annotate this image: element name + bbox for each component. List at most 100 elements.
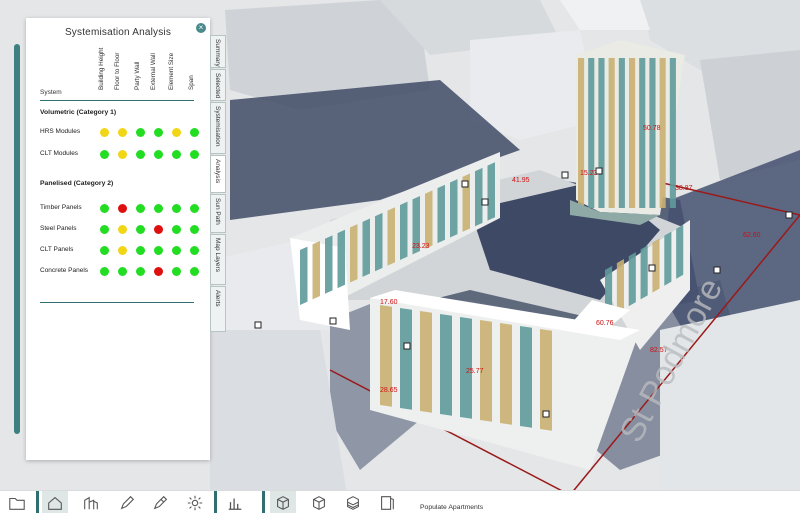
table-row: Steel Panels: [40, 225, 210, 237]
house-icon[interactable]: [42, 491, 68, 513]
dimension-label: 28.65: [380, 387, 398, 394]
row-label: Steel Panels: [40, 225, 77, 232]
facade-panel: [487, 162, 495, 221]
status-dot: [154, 204, 163, 213]
control-handle: [713, 266, 721, 274]
toolbar-separator: [262, 491, 265, 513]
facade-panel: [312, 241, 320, 300]
cube-outline-icon[interactable]: [270, 491, 296, 513]
facade-panel: [578, 58, 585, 208]
status-dot: [136, 204, 145, 213]
dimension-label: 38.87: [675, 185, 693, 192]
facade-panel: [649, 58, 656, 208]
bar-chart-icon[interactable]: [222, 491, 248, 513]
divider: [40, 100, 194, 101]
tab-alerts[interactable]: Alerts: [210, 286, 226, 332]
control-handle: [481, 198, 489, 206]
facade-panel: [616, 259, 624, 314]
status-dot: [190, 150, 199, 159]
status-dot: [100, 150, 109, 159]
dimension-label: 17.60: [380, 299, 398, 306]
status-dot: [190, 267, 199, 276]
dimension-label: 41.95: [512, 177, 530, 184]
group-title: Panelised (Category 2): [40, 180, 114, 187]
dimension-label: 15.23: [580, 170, 598, 177]
panel-icon[interactable]: [374, 491, 400, 513]
pencil-edit-icon[interactable]: [148, 491, 174, 513]
facade-panel: [475, 167, 483, 227]
control-handle: [542, 410, 550, 418]
divider: [40, 302, 194, 303]
tab-map-layers[interactable]: Map Layers: [210, 234, 226, 285]
vertical-slider[interactable]: [14, 44, 20, 434]
tab-selected[interactable]: Selected: [210, 69, 226, 101]
status-dot: [190, 246, 199, 255]
facade-panel: [425, 190, 433, 249]
facade-panel: [500, 323, 512, 425]
row-label: Timber Panels: [40, 204, 82, 211]
panel-title: Systemisation Analysis: [64, 27, 172, 38]
facade-panel: [639, 58, 646, 208]
dimension-label: 62.60: [743, 232, 761, 239]
close-button[interactable]: ×: [196, 23, 206, 33]
status-dot: [154, 225, 163, 234]
status-dot: [118, 128, 127, 137]
status-dot: [190, 128, 199, 137]
table-row: CLT Modules: [40, 150, 210, 162]
status-dot: [100, 128, 109, 137]
status-dot: [118, 246, 127, 255]
gear-icon[interactable]: [182, 491, 208, 513]
status-dot: [172, 128, 181, 137]
facade-panel: [337, 229, 345, 289]
status-dot: [154, 128, 163, 137]
status-dot: [136, 246, 145, 255]
group-title: Volumetric (Category 1): [40, 109, 117, 116]
tab-analysis[interactable]: Analysis: [210, 155, 226, 193]
facade-panel: [375, 212, 383, 272]
stacked-cube-icon[interactable]: [340, 491, 366, 513]
status-dot: [118, 150, 127, 159]
pencil-icon[interactable]: [114, 491, 140, 513]
status-dot: [136, 128, 145, 137]
status-dot: [172, 267, 181, 276]
dimension-label: 50.78: [643, 125, 661, 132]
populate-apartments-button[interactable]: Populate Apartments: [420, 504, 483, 511]
facade-panel: [437, 184, 445, 244]
status-dot: [136, 225, 145, 234]
toolbar-separator: [36, 491, 39, 513]
tab-systemisation[interactable]: Systemisation: [210, 102, 226, 154]
facade-panel: [664, 231, 672, 286]
facade-panel: [400, 308, 412, 410]
status-dot: [118, 204, 127, 213]
tab-sun-path[interactable]: Sun Path: [210, 194, 226, 233]
table-row: Concrete Panels: [40, 267, 210, 279]
tab-summary[interactable]: Summary: [210, 35, 226, 68]
dimension-label: 60.76: [596, 320, 614, 327]
facade-panel: [350, 224, 358, 283]
row-label: Concrete Panels: [40, 267, 89, 274]
system-column-label: System: [40, 89, 62, 96]
status-dot: [100, 225, 109, 234]
status-dot: [154, 267, 163, 276]
cube-icon[interactable]: [306, 491, 332, 513]
row-label: CLT Panels: [40, 246, 74, 253]
control-handle: [461, 180, 469, 188]
control-handle: [785, 211, 793, 219]
facade-panel: [362, 218, 370, 277]
status-dot: [136, 267, 145, 276]
facade-panel: [588, 58, 595, 208]
status-dot: [172, 225, 181, 234]
status-dot: [136, 150, 145, 159]
toolbar-separator: [214, 491, 217, 513]
facade-panel: [618, 58, 625, 208]
facade-panel: [300, 246, 308, 305]
status-dot: [172, 246, 181, 255]
facade-panel: [450, 179, 458, 238]
folder-icon[interactable]: [4, 491, 30, 513]
facade-panel: [325, 235, 333, 294]
buildings-icon[interactable]: [78, 491, 104, 513]
facade-panel: [520, 326, 532, 428]
control-handle: [595, 167, 603, 175]
control-handle: [254, 321, 262, 329]
bottom-toolbar: Populate Apartments: [0, 490, 800, 513]
